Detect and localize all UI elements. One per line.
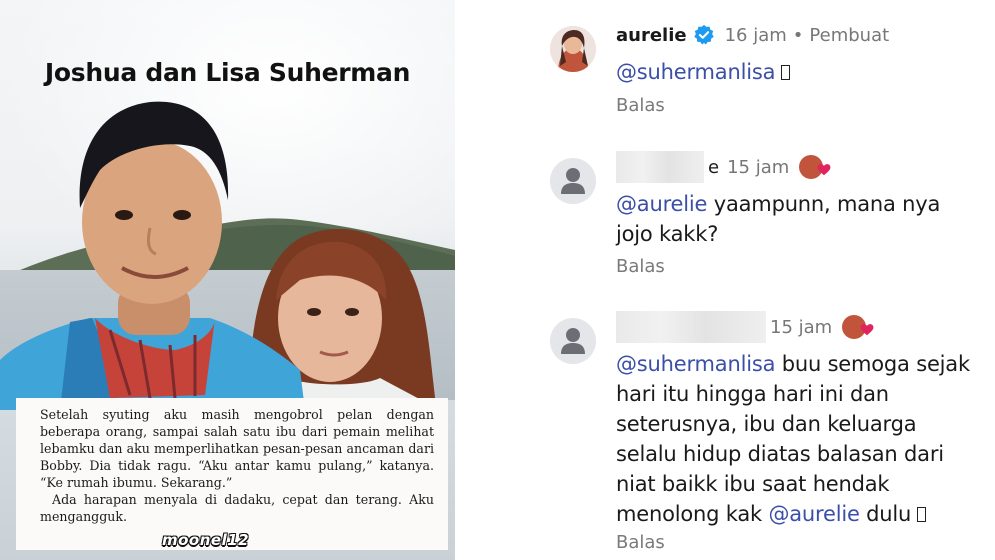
comment-time: 16 jam [724,24,787,46]
watermark: moonel12 [162,531,250,549]
comment-meta: e 15 jam [616,151,831,183]
mention-link[interactable]: @aurelie [616,192,707,216]
comment-body: @suhermanlisa [616,57,981,87]
book-excerpt: Setelah syuting aku masih mengobrol pela… [16,398,448,550]
comment-time: 15 jam [727,156,790,178]
post-image-panel: Joshua dan Lisa Suherman Setelah syuting… [0,0,455,560]
comment-text: buu semoga sejak hari itu hingga hari in… [616,352,970,526]
comment-body: @suhermanlisa buu semoga sejak hari itu … [616,349,981,529]
mention-link[interactable]: @aurelie [768,502,859,526]
heart-icon [860,324,874,336]
creator-liked-badge [842,315,874,339]
default-user-icon [550,158,596,204]
avatar[interactable] [550,26,596,72]
blurred-username[interactable] [616,151,704,183]
comments-panel: aurelie 16 jam • Pembuat @suhermanlisa B… [455,0,995,560]
reply-button[interactable]: Balas [616,95,665,116]
comment-username[interactable]: aurelie [616,25,687,46]
emoji-placeholder-icon [781,65,791,80]
mention-link[interactable]: @suhermanlisa [616,60,775,84]
comment-time: 15 jam [770,316,833,338]
reply-button[interactable]: Balas [616,532,665,553]
emoji-placeholder-icon [917,507,927,522]
mention-link[interactable]: @suhermanlisa [616,352,775,376]
book-paragraph: Setelah syuting aku masih mengobrol pela… [40,407,434,490]
comment-text: dulu [859,502,912,526]
comment-meta: 15 jam [616,311,874,343]
creator-liked-badge [799,155,831,179]
profile-photo-icon [550,26,596,72]
reply-button[interactable]: Balas [616,256,665,277]
comment-body: @aurelie yaampunn, mana nya jojo kakk? [616,189,981,249]
default-user-icon [550,318,596,364]
verified-badge-icon [693,24,714,45]
creator-label: Pembuat [809,24,890,46]
comment-meta: aurelie 16 jam • Pembuat [616,22,889,48]
username-fragment: e [708,156,720,178]
book-paragraph: Ada harapan menyala di dadaku, cepat dan… [40,492,434,524]
heart-icon [817,164,831,176]
avatar[interactable] [550,158,596,204]
blurred-username[interactable] [616,311,766,343]
separator-dot: • [792,24,804,46]
avatar[interactable] [550,318,596,364]
